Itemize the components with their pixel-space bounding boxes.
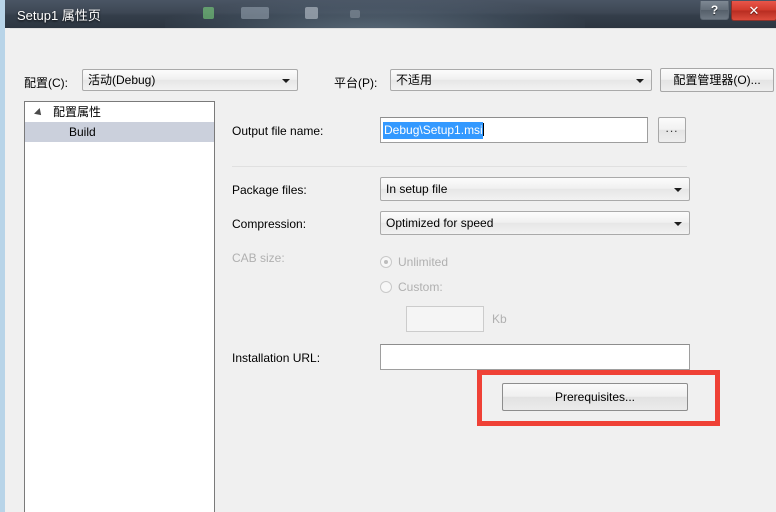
output-file-name-input[interactable]: Debug\Setup1.msi xyxy=(380,117,648,143)
configuration-dropdown[interactable]: 活动(Debug) xyxy=(82,69,298,91)
tree-item-configuration-properties[interactable]: 配置属性 xyxy=(25,102,214,122)
radio-unchecked-icon xyxy=(380,281,392,293)
property-pages-window: Setup1 属性页 ? ✕ 配置(C): 活动(Debug) 平台(P): 不… xyxy=(0,0,776,512)
help-button[interactable]: ? xyxy=(700,1,729,20)
compression-dropdown[interactable]: Optimized for speed xyxy=(380,211,690,235)
radio-checked-icon xyxy=(380,256,392,268)
title-bar[interactable]: Setup1 属性页 ? ✕ xyxy=(5,0,776,28)
compression-value: Optimized for speed xyxy=(386,216,494,230)
platform-dropdown[interactable]: 不适用 xyxy=(390,69,652,91)
output-file-name-value: Debug\Setup1.msi xyxy=(383,122,483,139)
configuration-label: 配置(C): xyxy=(24,76,68,90)
configuration-tree[interactable]: 配置属性 Build xyxy=(24,101,215,512)
platform-label: 平台(P): xyxy=(334,76,378,90)
cab-size-unit-label: Kb xyxy=(492,312,507,326)
section-divider xyxy=(232,166,687,167)
cab-size-unlimited-radio: Unlimited xyxy=(380,255,448,269)
configuration-manager-button[interactable]: 配置管理器(O)... xyxy=(660,68,774,92)
dialog-client-area: 配置(C): 活动(Debug) 平台(P): 不适用 配置管理器(O)... … xyxy=(10,28,776,512)
window-frame: Setup1 属性页 ? ✕ 配置(C): 活动(Debug) 平台(P): 不… xyxy=(0,0,776,512)
tree-item-build[interactable]: Build xyxy=(25,122,214,142)
cab-size-unlimited-label: Unlimited xyxy=(398,255,449,269)
package-files-dropdown[interactable]: In setup file xyxy=(380,177,690,201)
chevron-down-icon xyxy=(636,79,644,83)
window-title: Setup1 属性页 xyxy=(17,8,101,23)
close-button[interactable]: ✕ xyxy=(731,1,776,21)
title-bar-artifact-d xyxy=(350,10,360,18)
configuration-dropdown-value: 活动(Debug) xyxy=(88,73,156,87)
platform-dropdown-value: 不适用 xyxy=(396,73,433,87)
browse-button[interactable]: ... xyxy=(658,117,686,143)
cab-size-custom-radio: Custom: xyxy=(380,280,443,294)
chevron-down-icon xyxy=(674,222,682,226)
chevron-down-icon xyxy=(674,188,682,192)
installation-url-label: Installation URL: xyxy=(232,351,321,365)
package-files-value: In setup file xyxy=(386,182,448,196)
title-bar-artifact-c xyxy=(305,7,318,19)
tree-item-label: 配置属性 xyxy=(53,105,102,119)
text-caret xyxy=(482,123,484,136)
cab-size-custom-input xyxy=(406,306,484,332)
output-file-name-label: Output file name: xyxy=(232,124,324,138)
compression-label: Compression: xyxy=(232,217,307,231)
cab-size-label: CAB size: xyxy=(232,251,285,265)
prerequisites-button[interactable]: Prerequisites... xyxy=(502,383,688,411)
installation-url-input[interactable] xyxy=(380,344,690,370)
chevron-down-icon xyxy=(282,79,290,83)
cab-size-custom-label: Custom: xyxy=(398,280,443,294)
title-bar-glow xyxy=(165,0,585,28)
title-bar-artifact-b xyxy=(241,7,269,19)
package-files-label: Package files: xyxy=(232,183,307,197)
chevron-expanded-icon[interactable] xyxy=(34,108,44,118)
title-bar-artifact-a xyxy=(203,7,214,19)
tree-item-label: Build xyxy=(69,125,96,139)
